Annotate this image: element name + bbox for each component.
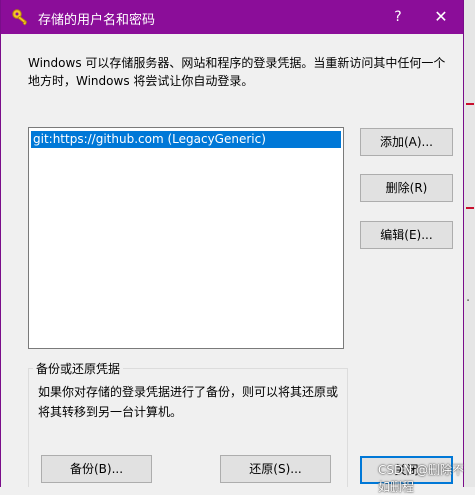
- close-icon[interactable]: ✕: [426, 6, 456, 28]
- add-button[interactable]: 添加(A)...: [360, 128, 453, 156]
- watermark: CSDN @删除不如删程: [378, 463, 465, 494]
- backup-group-title: 备份或还原凭据: [33, 360, 124, 377]
- credentials-dialog: 存储的用户名和密码 ? ✕ Windows 可以存储服务器、网站和程序的登录凭据…: [0, 0, 464, 487]
- restore-button[interactable]: 还原(S)...: [220, 455, 331, 483]
- background-text-fragment: .: [466, 290, 471, 305]
- backup-button[interactable]: 备份(B)...: [41, 455, 152, 483]
- intro-text: Windows 可以存储服务器、网站和程序的登录凭据。当重新访问其中任何一个地方…: [28, 56, 446, 88]
- window-title: 存储的用户名和密码: [38, 13, 156, 28]
- background-edge: [464, 0, 475, 487]
- background-red-mark: [466, 103, 474, 105]
- credentials-list[interactable]: git:https://github.com (LegacyGeneric): [28, 127, 344, 349]
- backup-description: 如果你对存储的登录凭据进行了备份，则可以将其还原或将其转移到另一台计算机。: [38, 385, 339, 419]
- title-bar[interactable]: 存储的用户名和密码 ? ✕: [1, 0, 463, 34]
- help-button[interactable]: ?: [383, 6, 413, 28]
- background-red-mark: [466, 207, 474, 209]
- edit-button[interactable]: 编辑(E)...: [360, 221, 453, 249]
- delete-button[interactable]: 删除(R): [360, 174, 453, 202]
- list-item[interactable]: git:https://github.com (LegacyGeneric): [31, 131, 341, 148]
- key-icon: [12, 9, 27, 26]
